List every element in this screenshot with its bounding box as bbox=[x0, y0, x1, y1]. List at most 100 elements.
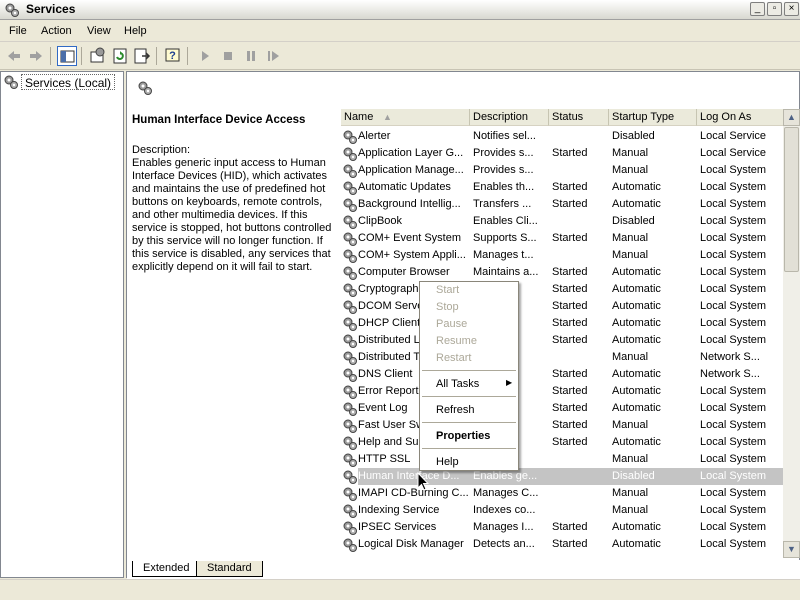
cell-status: Started bbox=[552, 385, 588, 397]
cell-logon: Local System bbox=[700, 317, 767, 329]
context-menu-all-tasks[interactable]: All Tasks bbox=[436, 378, 479, 390]
table-row[interactable]: Application Layer G... Provides s... Start… bbox=[341, 145, 789, 162]
table-row[interactable]: ClipBook Enables Cli... Disabled Local Syst… bbox=[341, 213, 789, 230]
context-menu-stop[interactable]: Stop bbox=[436, 301, 459, 313]
menu-separator bbox=[422, 396, 516, 397]
cell-description: Provides s... bbox=[473, 147, 534, 159]
cell-description: Manages t... bbox=[473, 249, 534, 261]
table-row[interactable]: Computer Browser Maintains a... Started Aut… bbox=[341, 264, 789, 281]
cell-logon: Local System bbox=[700, 300, 767, 312]
help-button[interactable]: ? bbox=[163, 46, 183, 66]
export-list-button[interactable] bbox=[132, 46, 152, 66]
context-menu-resume[interactable]: Resume bbox=[436, 335, 477, 347]
column-header-name[interactable]: Name ▲ bbox=[341, 109, 470, 126]
cell-startup-type: Automatic bbox=[612, 334, 661, 346]
properties-icon bbox=[90, 47, 105, 63]
table-row[interactable]: Help and Sup Started Automatic Local System bbox=[341, 434, 789, 451]
cell-startup-type: Manual bbox=[612, 351, 649, 363]
scroll-up-button[interactable]: ▲ bbox=[783, 109, 800, 126]
cell-logon: Local System bbox=[700, 402, 767, 414]
back-button[interactable] bbox=[4, 46, 24, 66]
table-row[interactable]: Background Intellig... Transfers ... Start… bbox=[341, 196, 789, 213]
context-menu-start[interactable]: Start bbox=[436, 284, 459, 296]
cell-name: Background Intellig... bbox=[358, 198, 461, 210]
refresh-button[interactable] bbox=[110, 46, 130, 66]
context-menu-pause[interactable]: Pause bbox=[436, 318, 467, 330]
cell-name: IMAPI CD-Burning C... bbox=[358, 487, 468, 499]
menu-action[interactable]: Action bbox=[41, 25, 72, 37]
toolbar-separator bbox=[156, 47, 157, 65]
table-row[interactable]: Alerter Notifies sel... Disabled Local Serv… bbox=[341, 128, 789, 145]
table-row[interactable]: DCOM Serve Started Automatic Local System bbox=[341, 298, 789, 315]
table-row[interactable]: Event Logv...StartedAutomaticLocal Syste… bbox=[341, 400, 789, 417]
cell-logon: Local System bbox=[700, 521, 767, 533]
context-menu-refresh[interactable]: Refresh bbox=[436, 404, 475, 416]
cell-status: Started bbox=[552, 181, 588, 193]
vertical-scrollbar[interactable]: ▲ ▼ bbox=[783, 109, 800, 558]
properties-button[interactable] bbox=[88, 46, 108, 66]
cell-logon: Local System bbox=[700, 164, 767, 176]
column-header-description[interactable]: Description bbox=[470, 109, 549, 126]
cell-status: Started bbox=[552, 368, 588, 380]
table-row[interactable]: Error Report Started Automatic Local System bbox=[341, 383, 789, 400]
table-row[interactable]: COM+ System Appli... Manages t... Manual Lo… bbox=[341, 247, 789, 264]
title-bar[interactable]: Services _ ▫ × bbox=[0, 0, 800, 20]
context-menu-help[interactable]: Help bbox=[436, 456, 459, 468]
refresh-icon bbox=[113, 48, 127, 64]
cell-startup-type: Automatic bbox=[612, 402, 661, 414]
table-row[interactable]: IMAPI CD-Burning C... Manages C... Manual L… bbox=[341, 485, 789, 502]
scroll-thumb[interactable] bbox=[784, 127, 799, 272]
cell-logon: Local System bbox=[700, 385, 767, 397]
pause-service-button[interactable] bbox=[241, 46, 261, 66]
context-menu-properties[interactable]: Properties bbox=[436, 430, 490, 442]
service-gear-icon bbox=[343, 504, 357, 518]
cell-status: Started bbox=[552, 419, 588, 431]
cell-status: Started bbox=[552, 334, 588, 346]
table-row[interactable]: Human Interface D... Enables ge... Disable… bbox=[341, 468, 789, 485]
column-header-logon[interactable]: Log On As bbox=[697, 109, 789, 126]
table-row[interactable]: Cryptograph Started Automatic Local System bbox=[341, 281, 789, 298]
cell-name: IPSEC Services bbox=[358, 521, 437, 533]
table-row[interactable]: Distributed Te...ManualNetwork S... bbox=[341, 349, 789, 366]
cell-startup-type: Automatic bbox=[612, 436, 661, 448]
table-row[interactable]: DNS Client Started Automatic Network S... bbox=[341, 366, 789, 383]
forward-arrow-icon bbox=[30, 51, 42, 61]
services-list[interactable]: Name ▲ Description Status Startup Type L… bbox=[341, 109, 799, 553]
scroll-down-button[interactable]: ▼ bbox=[783, 541, 800, 558]
table-row[interactable]: COM+ Event System Supports S... Started Man… bbox=[341, 230, 789, 247]
show-hide-tree-button[interactable] bbox=[57, 46, 77, 66]
column-header-startup-type[interactable]: Startup Type bbox=[609, 109, 697, 126]
table-row[interactable]: Distributed L Started Automatic Local Syste… bbox=[341, 332, 789, 349]
cell-description: Enables th... bbox=[473, 181, 535, 193]
table-row[interactable]: Application Manage... Provides s... Manual… bbox=[341, 162, 789, 179]
menu-view[interactable]: View bbox=[87, 25, 111, 37]
table-row[interactable]: DHCP Client Started Automatic Local System bbox=[341, 315, 789, 332]
tab-extended[interactable]: Extended bbox=[132, 561, 201, 577]
start-service-button[interactable] bbox=[195, 46, 215, 66]
svg-text:?: ? bbox=[169, 50, 176, 62]
close-button[interactable]: × bbox=[784, 2, 799, 16]
menu-file[interactable]: File bbox=[9, 25, 27, 37]
export-list-icon bbox=[134, 48, 151, 64]
context-menu-restart[interactable]: Restart bbox=[436, 352, 471, 364]
cell-description: Maintains a... bbox=[473, 266, 539, 278]
service-gear-icon bbox=[343, 453, 357, 467]
tab-standard[interactable]: Standard bbox=[196, 561, 263, 577]
list-header: Name ▲ Description Status Startup Type L… bbox=[341, 109, 789, 126]
cell-status: Started bbox=[552, 317, 588, 329]
menu-help[interactable]: Help bbox=[124, 25, 147, 37]
table-row[interactable]: Indexing Service Indexes co... Manual Local… bbox=[341, 502, 789, 519]
table-row[interactable]: IPSEC Services Manages I... Started Automat… bbox=[341, 519, 789, 536]
cell-status: Started bbox=[552, 538, 588, 550]
table-row[interactable]: Automatic Updates Enables th... Started Aut… bbox=[341, 179, 789, 196]
restart-service-button[interactable] bbox=[264, 46, 284, 66]
forward-button[interactable] bbox=[26, 46, 46, 66]
table-row[interactable]: Logical Disk Manager Detects an... Started… bbox=[341, 536, 789, 553]
column-header-status[interactable]: Status bbox=[549, 109, 609, 126]
stop-service-button[interactable] bbox=[218, 46, 238, 66]
cell-startup-type: Automatic bbox=[612, 266, 661, 278]
table-row[interactable]: HTTP SSL Manual Local System bbox=[341, 451, 789, 468]
maximize-button[interactable]: ▫ bbox=[767, 2, 782, 16]
minimize-button[interactable]: _ bbox=[750, 2, 765, 16]
table-row[interactable]: Fast User Sw Started Manual Local System bbox=[341, 417, 789, 434]
